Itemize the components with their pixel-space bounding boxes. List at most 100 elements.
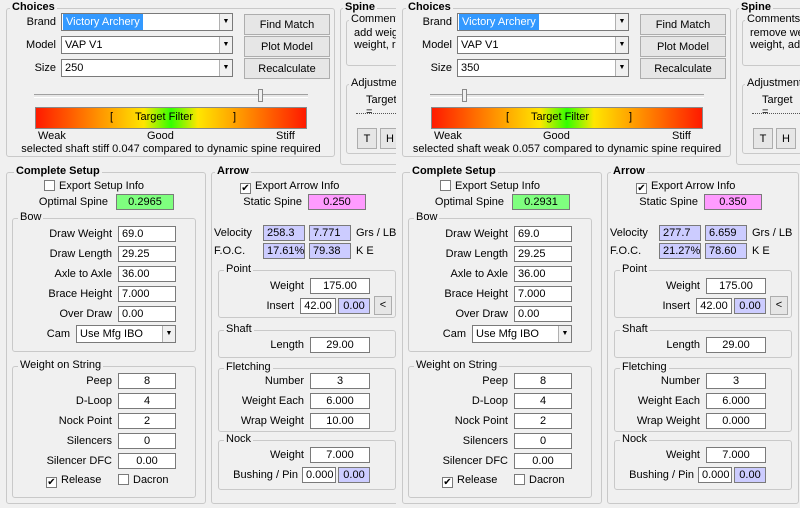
- recalculate-button[interactable]: Recalculate: [244, 58, 330, 79]
- chevron-down-icon[interactable]: ▼: [615, 37, 628, 53]
- dacron-checkbox[interactable]: Dacron: [118, 474, 168, 487]
- d-loop-input[interactable]: 4: [118, 393, 176, 409]
- axle-to-axle-input[interactable]: 36.00: [514, 266, 572, 282]
- wrap-weight-input[interactable]: 0.000: [706, 413, 766, 429]
- chevron-down-icon[interactable]: ▼: [219, 14, 232, 30]
- shaft-length-input[interactable]: 29.00: [310, 337, 370, 353]
- export-arrow-checkbox[interactable]: ✔ Export Arrow Info: [636, 180, 735, 194]
- shaft-length-input[interactable]: 29.00: [706, 337, 766, 353]
- checkbox-box[interactable]: ✔: [46, 477, 57, 488]
- spine-slider-thumb[interactable]: [462, 89, 467, 102]
- export-arrow-checkbox[interactable]: ✔ Export Arrow Info: [240, 180, 339, 194]
- fletch-number-input[interactable]: 3: [310, 373, 370, 389]
- insert-lt-button[interactable]: <: [374, 296, 392, 315]
- brace-height-input[interactable]: 7.000: [118, 286, 176, 302]
- checkbox-box[interactable]: [514, 474, 525, 485]
- plot-model-button[interactable]: Plot Model: [244, 36, 330, 57]
- velocity-label: Velocity: [610, 227, 648, 239]
- draw-length-input[interactable]: 29.25: [118, 246, 176, 262]
- spine-slider-track[interactable]: [34, 94, 308, 98]
- bushing-input[interactable]: 0.000: [302, 467, 336, 483]
- chevron-down-icon[interactable]: ▼: [615, 14, 628, 30]
- recalculate-button[interactable]: Recalculate: [640, 58, 726, 79]
- find-match-button[interactable]: Find Match: [640, 14, 726, 35]
- insert-value: 0.00: [734, 298, 766, 314]
- peep-input[interactable]: 8: [514, 373, 572, 389]
- checkbox-box[interactable]: ✔: [240, 183, 251, 194]
- fletch-number-input[interactable]: 3: [706, 373, 766, 389]
- adjust-slider-ticks: [752, 113, 800, 116]
- checkbox-box[interactable]: [44, 180, 55, 191]
- size-select[interactable]: 350 ▼: [457, 59, 629, 77]
- draw-length-input[interactable]: 29.25: [514, 246, 572, 262]
- t-button[interactable]: T: [753, 128, 773, 149]
- spine-slider-thumb[interactable]: [258, 89, 263, 102]
- wrap-weight-input[interactable]: 10.00: [310, 413, 370, 429]
- t-button[interactable]: T: [357, 128, 377, 149]
- target-filter-bar: [ Target Filter ]: [35, 107, 307, 129]
- over-draw-label: Over Draw: [59, 308, 112, 320]
- insert-input[interactable]: 42.00: [300, 298, 336, 314]
- foc-value: 17.61%: [263, 243, 305, 259]
- dacron-checkbox[interactable]: Dacron: [514, 474, 564, 487]
- find-match-button[interactable]: Find Match: [244, 14, 330, 35]
- export-setup-checkbox[interactable]: Export Setup Info: [440, 180, 540, 193]
- nock-weight-input[interactable]: 7.000: [706, 447, 766, 463]
- brand-select[interactable]: Victory Archery ▼: [61, 13, 233, 31]
- spine-title: Spine: [739, 1, 773, 13]
- weight-each-input[interactable]: 6.000: [706, 393, 766, 409]
- silencer-dfc-input[interactable]: 0.00: [118, 453, 176, 469]
- chevron-down-icon[interactable]: ▼: [615, 60, 628, 76]
- draw-weight-input[interactable]: 69.0: [514, 226, 572, 242]
- point-weight-label: Weight: [665, 280, 700, 292]
- peep-input[interactable]: 8: [118, 373, 176, 389]
- d-loop-input[interactable]: 4: [514, 393, 572, 409]
- model-select[interactable]: VAP V1 ▼: [457, 36, 629, 54]
- checkbox-box[interactable]: ✔: [636, 183, 647, 194]
- draw-length-label: Draw Length: [49, 248, 112, 260]
- insert-input[interactable]: 42.00: [696, 298, 732, 314]
- silencer-dfc-input[interactable]: 0.00: [514, 453, 572, 469]
- point-weight-input[interactable]: 175.00: [310, 278, 370, 294]
- chevron-down-icon[interactable]: ▼: [219, 37, 232, 53]
- cam-select[interactable]: Use Mfg IBO ▼: [472, 325, 572, 343]
- release-checkbox[interactable]: ✔ Release: [442, 474, 497, 488]
- release-label: Release: [457, 474, 498, 486]
- target-filter-label: Target Filter: [531, 111, 590, 123]
- bushing-input[interactable]: 0.000: [698, 467, 732, 483]
- spine-slider-track[interactable]: [430, 94, 704, 98]
- h-button[interactable]: H: [776, 128, 796, 149]
- cam-select[interactable]: Use Mfg IBO ▼: [76, 325, 176, 343]
- silencers-input[interactable]: 0: [514, 433, 572, 449]
- brand-select[interactable]: Victory Archery ▼: [457, 13, 629, 31]
- draw-weight-input[interactable]: 69.0: [118, 226, 176, 242]
- checkbox-box[interactable]: [118, 474, 129, 485]
- checkbox-box[interactable]: ✔: [442, 477, 453, 488]
- nock-weight-label: Weight: [665, 449, 700, 461]
- nock-weight-input[interactable]: 7.000: [310, 447, 370, 463]
- draw-weight-label: Draw Weight: [445, 228, 508, 240]
- size-value: 250: [65, 62, 84, 74]
- chevron-down-icon[interactable]: ▼: [219, 60, 232, 76]
- export-setup-checkbox[interactable]: Export Setup Info: [44, 180, 144, 193]
- fletching-title: Fletching: [224, 361, 273, 373]
- chevron-down-icon[interactable]: ▼: [162, 326, 175, 342]
- nock-point-input[interactable]: 2: [118, 413, 176, 429]
- silencers-input[interactable]: 0: [118, 433, 176, 449]
- plot-model-button[interactable]: Plot Model: [640, 36, 726, 57]
- chevron-down-icon[interactable]: ▼: [558, 326, 571, 342]
- insert-lt-button[interactable]: <: [770, 296, 788, 315]
- model-select[interactable]: VAP V1 ▼: [61, 36, 233, 54]
- brace-height-input[interactable]: 7.000: [514, 286, 572, 302]
- size-select[interactable]: 250 ▼: [61, 59, 233, 77]
- checkbox-box[interactable]: [440, 180, 451, 191]
- spine-title: Spine: [343, 1, 377, 13]
- over-draw-input[interactable]: 0.00: [514, 306, 572, 322]
- axle-to-axle-input[interactable]: 36.00: [118, 266, 176, 282]
- nock-point-input[interactable]: 2: [514, 413, 572, 429]
- point-weight-input[interactable]: 175.00: [706, 278, 766, 294]
- release-checkbox[interactable]: ✔ Release: [46, 474, 101, 488]
- weight-each-input[interactable]: 6.000: [310, 393, 370, 409]
- nock-weight-label: Weight: [269, 449, 304, 461]
- over-draw-input[interactable]: 0.00: [118, 306, 176, 322]
